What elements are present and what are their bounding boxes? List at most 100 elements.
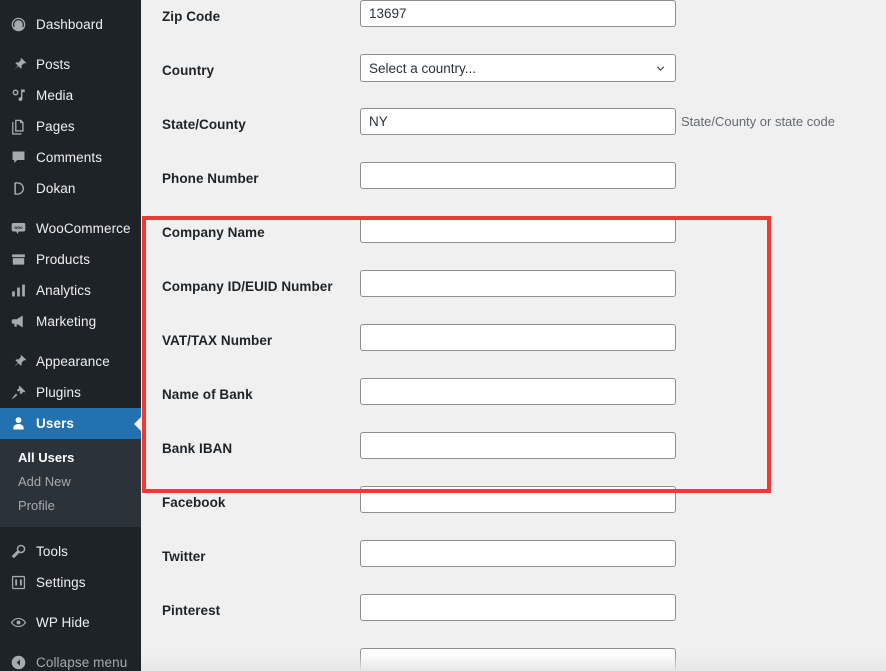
sidebar-item-products[interactable]: Products — [0, 244, 141, 275]
field-label: Bank IBAN — [162, 441, 233, 456]
sidebar-item-label: Posts — [36, 56, 71, 72]
pinterest-input[interactable] — [360, 594, 676, 621]
form-row-vat-tax: VAT/TAX Number — [141, 324, 886, 378]
state-county-help-text: State/County or state code — [681, 114, 835, 129]
sidebar-item-label: Plugins — [36, 384, 81, 400]
sidebar-item-label: Users — [36, 415, 75, 431]
sidebar-group-commerce: woo WooCommerce Products Analytics Marke… — [0, 213, 141, 337]
sidebar-separator-5 — [0, 598, 141, 607]
dokan-icon — [9, 180, 27, 198]
field-wrap — [360, 486, 676, 513]
field-label: Country — [162, 63, 215, 78]
form-row-bank-iban: Bank IBAN — [141, 432, 886, 486]
sidebar-item-dokan[interactable]: Dokan — [0, 173, 141, 204]
plugins-icon — [9, 384, 27, 402]
field-wrap — [360, 324, 676, 351]
sidebar-group-plugins-extra: WP Hide — [0, 607, 141, 638]
sidebar-item-settings[interactable]: Settings — [0, 567, 141, 598]
facebook-input[interactable] — [360, 486, 676, 513]
sidebar-item-label: Tools — [36, 543, 69, 559]
analytics-icon — [9, 282, 27, 300]
country-select[interactable]: Select a country... — [360, 54, 676, 82]
form-row-company-name: Company Name — [141, 216, 886, 270]
collapse-menu-button[interactable]: Collapse menu — [0, 647, 141, 671]
admin-page: Dashboard Posts Media Pages Comments Dok… — [0, 0, 886, 671]
marketing-icon — [9, 313, 27, 331]
comments-icon — [9, 149, 27, 167]
media-icon — [9, 87, 27, 105]
field-label: Facebook — [162, 495, 226, 510]
field-wrap — [360, 378, 676, 405]
sidebar-item-analytics[interactable]: Analytics — [0, 275, 141, 306]
sidebar-group-admin: Appearance Plugins Users — [0, 346, 141, 439]
pin-icon — [9, 56, 27, 74]
sidebar-item-tools[interactable]: Tools — [0, 536, 141, 567]
bank-iban-input[interactable] — [360, 432, 676, 459]
form-row-twitter: Twitter — [141, 540, 886, 594]
sidebar-separator-2 — [0, 204, 141, 213]
field-label: Company Name — [162, 225, 265, 240]
sidebar-item-wp-hide[interactable]: WP Hide — [0, 607, 141, 638]
twitter-input[interactable] — [360, 540, 676, 567]
sidebar-item-label: WooCommerce — [36, 220, 131, 236]
eye-icon — [9, 614, 27, 632]
sidebar-subitem-all-users[interactable]: All Users — [0, 446, 141, 470]
admin-sidebar: Dashboard Posts Media Pages Comments Dok… — [0, 0, 141, 671]
sidebar-top-spacer — [0, 0, 141, 9]
field-label: Pinterest — [162, 603, 221, 618]
sidebar-item-marketing[interactable]: Marketing — [0, 306, 141, 337]
sidebar-item-posts[interactable]: Posts — [0, 49, 141, 80]
pages-icon — [9, 118, 27, 136]
sidebar-separator-1 — [0, 40, 141, 49]
state-county-input[interactable] — [360, 108, 676, 135]
sidebar-item-woocommerce[interactable]: woo WooCommerce — [0, 213, 141, 244]
sidebar-item-users[interactable]: Users — [0, 408, 141, 439]
sidebar-item-label: Analytics — [36, 282, 91, 298]
field-wrap — [360, 540, 676, 567]
field-label: VAT/TAX Number — [162, 333, 273, 348]
form-row-zip-code: Zip Code — [141, 0, 886, 54]
field-label — [162, 648, 360, 658]
name-of-bank-input[interactable] — [360, 378, 676, 405]
sidebar-item-label: Appearance — [36, 353, 110, 369]
collapse-menu-label: Collapse menu — [36, 654, 128, 670]
dashboard-icon — [9, 16, 27, 34]
form-row-company-id: Company ID/EUID Number — [141, 270, 886, 324]
field-wrap — [360, 648, 676, 671]
sidebar-item-media[interactable]: Media — [0, 80, 141, 111]
sidebar-separator-4 — [0, 527, 141, 536]
users-icon — [9, 415, 27, 433]
sidebar-item-dashboard[interactable]: Dashboard — [0, 9, 141, 40]
active-arrow-icon — [134, 415, 141, 432]
field-wrap — [360, 0, 676, 27]
next-field-input[interactable] — [360, 648, 676, 671]
sidebar-item-label: WP Hide — [36, 614, 90, 630]
sidebar-item-comments[interactable]: Comments — [0, 142, 141, 173]
sidebar-group-dashboard: Dashboard — [0, 9, 141, 40]
svg-text:woo: woo — [13, 225, 23, 230]
sidebar-item-plugins[interactable]: Plugins — [0, 377, 141, 408]
company-name-input[interactable] — [360, 216, 676, 243]
sidebar-group-system: Tools Settings — [0, 536, 141, 598]
sidebar-item-pages[interactable]: Pages — [0, 111, 141, 142]
sidebar-subitem-add-new[interactable]: Add New — [0, 470, 141, 494]
field-label: Twitter — [162, 549, 206, 564]
vat-tax-number-input[interactable] — [360, 324, 676, 351]
user-profile-form: Zip Code Country Select a country... — [141, 0, 886, 671]
sidebar-item-label: Pages — [36, 118, 75, 134]
field-wrap — [360, 432, 676, 459]
sidebar-subitem-profile[interactable]: Profile — [0, 494, 141, 518]
tools-icon — [9, 543, 27, 561]
zip-code-input[interactable] — [360, 0, 676, 27]
form-row-pinterest: Pinterest — [141, 594, 886, 648]
appearance-icon — [9, 353, 27, 371]
field-wrap — [360, 270, 676, 297]
phone-number-input[interactable] — [360, 162, 676, 189]
field-wrap: Select a country... — [360, 54, 676, 82]
sidebar-item-appearance[interactable]: Appearance — [0, 346, 141, 377]
settings-icon — [9, 574, 27, 592]
sidebar-item-label: Marketing — [36, 313, 97, 329]
products-icon — [9, 251, 27, 269]
woocommerce-icon: woo — [9, 220, 27, 238]
company-id-euid-input[interactable] — [360, 270, 676, 297]
